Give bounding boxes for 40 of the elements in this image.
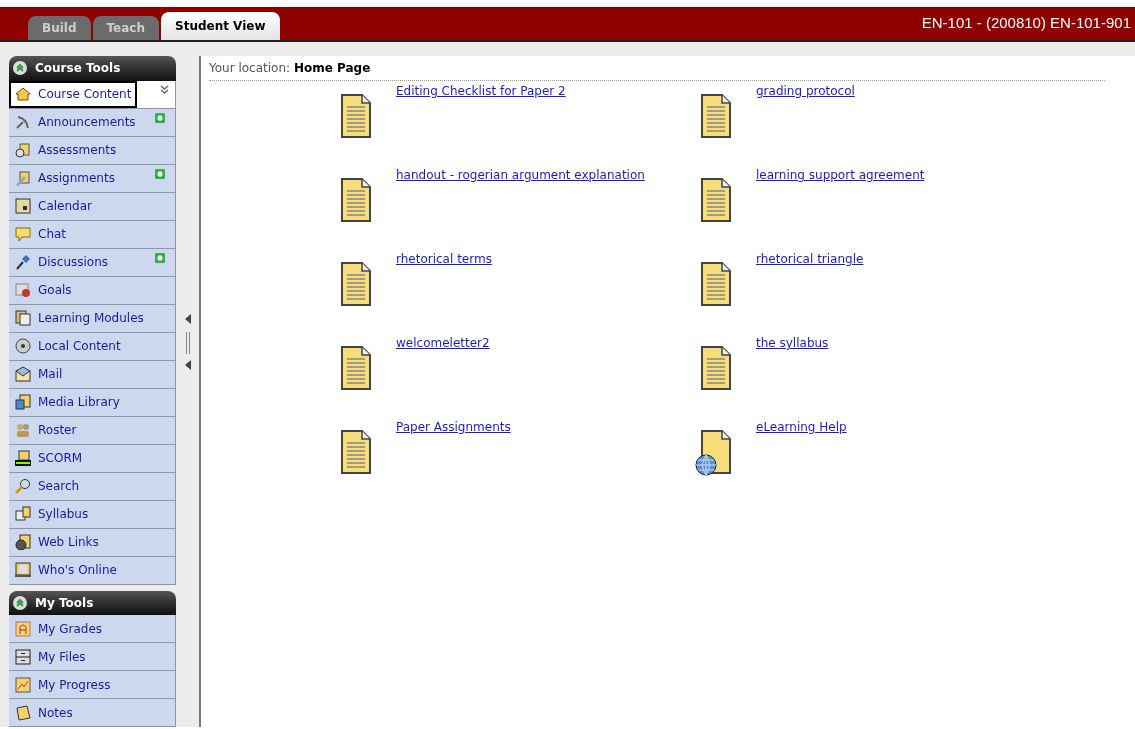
file-link[interactable]: welcomeletter2 [396, 334, 490, 352]
file-link[interactable]: Editing Checklist for Paper 2 [396, 82, 566, 100]
course-title: EN-101 - (200810) EN-101-901 [921, 13, 1131, 34]
section-title: My Tools [35, 594, 94, 612]
chart-icon [15, 676, 31, 693]
clock-document-icon [15, 142, 31, 158]
note-icon [15, 704, 31, 721]
disc-icon [15, 338, 31, 354]
pencil-document-icon [15, 170, 31, 186]
collapse-icon[interactable] [13, 61, 27, 76]
section-header[interactable]: Course Tools [9, 56, 176, 81]
media-document-icon [15, 394, 31, 410]
cabinet-icon [15, 648, 31, 665]
speech-bubble-icon [15, 226, 31, 242]
file-link[interactable]: Paper Assignments [396, 418, 511, 436]
collapse-handle[interactable] [183, 314, 192, 372]
pushpin-icon [15, 254, 31, 270]
tab[interactable]: Student View [161, 12, 280, 40]
monitor-icon [15, 562, 31, 578]
envelope-icon [15, 366, 31, 382]
file-link[interactable]: learning support agreement [756, 166, 925, 184]
grade-icon [15, 620, 31, 637]
house-icon [15, 86, 31, 102]
people-icon [15, 422, 31, 438]
section-title: Course Tools [35, 60, 121, 78]
breadcrumb: Your location: Home Page [209, 60, 371, 77]
double-chevron-down-icon [160, 84, 169, 95]
section-header[interactable]: My Tools [9, 590, 176, 615]
file-link[interactable]: rhetorical triangle [756, 250, 864, 268]
search-icon [15, 478, 31, 494]
scroll-down-button[interactable] [137, 80, 175, 108]
sidebar-item[interactable]: Course Content [9, 80, 138, 108]
documents-icon [15, 310, 31, 326]
calendar-icon [15, 198, 31, 214]
file-link[interactable]: rhetorical terms [396, 250, 492, 268]
collapse-icon[interactable] [13, 595, 27, 610]
file-link[interactable]: grading protocol [756, 82, 855, 100]
file-link[interactable]: handout - rogerian argument explanation [396, 166, 645, 184]
file-link[interactable]: the syllabus [756, 334, 829, 352]
file-link[interactable]: eLearning Help [756, 418, 847, 436]
